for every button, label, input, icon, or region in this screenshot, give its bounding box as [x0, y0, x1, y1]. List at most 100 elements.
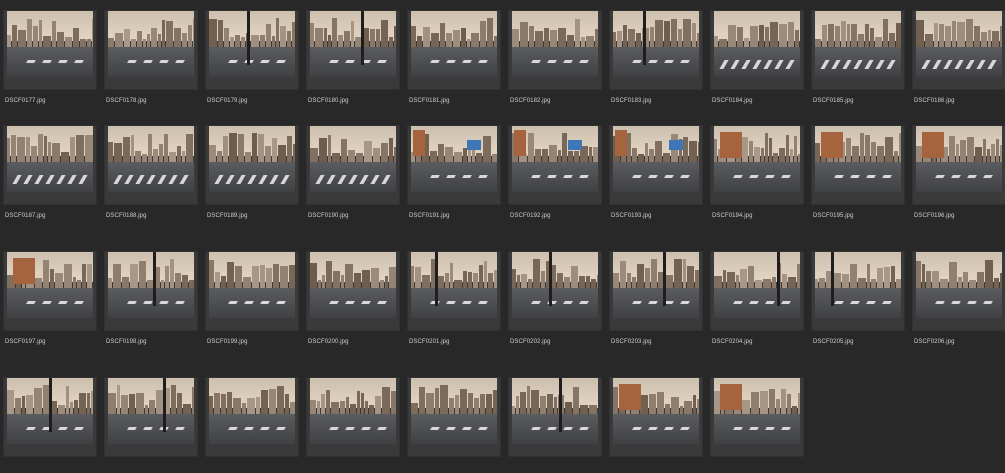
thumbnail-frame	[3, 377, 97, 457]
thumbnail-item[interactable]: DSCF0180.jpg	[306, 10, 400, 122]
photo-thumbnail	[613, 126, 699, 192]
thumbnail-item[interactable]: DSCF0200.jpg	[306, 251, 400, 363]
thumbnail-frame	[104, 251, 198, 331]
thumbnail-filename: DSCF0178.jpg	[106, 98, 147, 104]
thumbnail-item[interactable]: DSCF0206.jpg	[912, 251, 1005, 363]
thumbnail-item[interactable]: DSCF0184.jpg	[710, 10, 804, 122]
thumbnail-frame	[306, 377, 400, 457]
thumbnail-item[interactable]: DSCF0205.jpg	[811, 251, 905, 363]
thumbnail-item[interactable]: DSCF0186.jpg	[912, 10, 1005, 122]
thumbnail-item[interactable]: DSCF0196.jpg	[912, 125, 1005, 237]
thumbnail-frame	[811, 251, 905, 331]
thumbnail-item[interactable]	[710, 377, 804, 473]
thumbnail-item[interactable]: DSCF0179.jpg	[205, 10, 299, 122]
photo-thumbnail	[209, 126, 295, 192]
thumbnail-item[interactable]: DSCF0197.jpg	[3, 251, 97, 363]
thumbnail-frame	[912, 251, 1005, 331]
photo-thumbnail	[310, 252, 396, 318]
thumbnail-item[interactable]: DSCF0199.jpg	[205, 251, 299, 363]
photo-thumbnail	[209, 11, 295, 77]
thumbnail-item[interactable]: DSCF0191.jpg	[407, 125, 501, 237]
thumbnail-frame	[407, 125, 501, 205]
photo-thumbnail	[916, 11, 1002, 77]
photo-thumbnail	[411, 11, 497, 77]
thumbnail-item[interactable]	[3, 377, 97, 473]
thumbnail-frame	[811, 10, 905, 90]
thumbnail-item[interactable]: DSCF0204.jpg	[710, 251, 804, 363]
thumbnail-filename: DSCF0184.jpg	[712, 98, 753, 104]
photo-thumbnail	[310, 126, 396, 192]
thumbnail-item[interactable]: DSCF0193.jpg	[609, 125, 703, 237]
thumbnail-item[interactable]: DSCF0195.jpg	[811, 125, 905, 237]
thumbnail-filename: DSCF0180.jpg	[308, 98, 349, 104]
thumbnail-frame	[306, 10, 400, 90]
photo-thumbnail	[916, 252, 1002, 318]
thumbnail-item[interactable]: DSCF0190.jpg	[306, 125, 400, 237]
thumbnail-frame	[104, 377, 198, 457]
thumbnail-filename: DSCF0201.jpg	[409, 339, 450, 345]
photo-thumbnail	[613, 378, 699, 444]
photo-thumbnail	[512, 378, 598, 444]
thumbnail-frame	[407, 10, 501, 90]
thumbnail-grid: DSCF0177.jpg DSCF0178.jpg DSCF0179.jpg DSCF…	[0, 0, 1005, 473]
thumbnail-filename: DSCF0199.jpg	[207, 339, 248, 345]
thumbnail-item[interactable]	[306, 377, 400, 473]
thumbnail-item[interactable]: DSCF0188.jpg	[104, 125, 198, 237]
thumbnail-filename: DSCF0193.jpg	[611, 213, 652, 219]
photo-thumbnail	[411, 252, 497, 318]
thumbnail-item[interactable]: DSCF0189.jpg	[205, 125, 299, 237]
thumbnail-filename: DSCF0202.jpg	[510, 339, 551, 345]
photo-thumbnail	[714, 11, 800, 77]
photo-thumbnail	[512, 11, 598, 77]
thumbnail-item[interactable]: DSCF0198.jpg	[104, 251, 198, 363]
thumbnail-frame	[508, 377, 602, 457]
thumbnail-frame	[508, 125, 602, 205]
thumbnail-filename: DSCF0200.jpg	[308, 339, 349, 345]
thumbnail-frame	[609, 251, 703, 331]
thumbnail-filename: DSCF0198.jpg	[106, 339, 147, 345]
thumbnail-frame	[407, 377, 501, 457]
thumbnail-filename: DSCF0182.jpg	[510, 98, 551, 104]
thumbnail-frame	[3, 125, 97, 205]
thumbnail-frame	[3, 10, 97, 90]
thumbnail-item[interactable]: DSCF0183.jpg	[609, 10, 703, 122]
photo-thumbnail	[108, 252, 194, 318]
thumbnail-filename: DSCF0196.jpg	[914, 213, 955, 219]
thumbnail-item[interactable]: DSCF0187.jpg	[3, 125, 97, 237]
photo-thumbnail	[714, 126, 800, 192]
thumbnail-item[interactable]: DSCF0185.jpg	[811, 10, 905, 122]
thumbnail-item[interactable]: DSCF0203.jpg	[609, 251, 703, 363]
thumbnail-item[interactable]	[609, 377, 703, 473]
thumbnail-frame	[205, 125, 299, 205]
photo-thumbnail	[512, 126, 598, 192]
thumbnail-item[interactable]: DSCF0178.jpg	[104, 10, 198, 122]
thumbnail-frame	[205, 10, 299, 90]
thumbnail-item[interactable]: DSCF0194.jpg	[710, 125, 804, 237]
thumbnail-frame	[710, 10, 804, 90]
photo-thumbnail	[916, 126, 1002, 192]
photo-thumbnail	[613, 11, 699, 77]
thumbnail-filename: DSCF0194.jpg	[712, 213, 753, 219]
photo-thumbnail	[613, 252, 699, 318]
thumbnail-filename: DSCF0190.jpg	[308, 213, 349, 219]
thumbnail-item[interactable]: DSCF0202.jpg	[508, 251, 602, 363]
thumbnail-filename: DSCF0206.jpg	[914, 339, 955, 345]
thumbnail-item[interactable]: DSCF0192.jpg	[508, 125, 602, 237]
photo-thumbnail	[7, 252, 93, 318]
thumbnail-item[interactable]	[104, 377, 198, 473]
thumbnail-frame	[3, 251, 97, 331]
thumbnail-frame	[609, 377, 703, 457]
thumbnail-item[interactable]: DSCF0182.jpg	[508, 10, 602, 122]
thumbnail-frame	[912, 125, 1005, 205]
thumbnail-filename: DSCF0195.jpg	[813, 213, 854, 219]
thumbnail-item[interactable]	[205, 377, 299, 473]
photo-thumbnail	[209, 252, 295, 318]
thumbnail-item[interactable]: DSCF0177.jpg	[3, 10, 97, 122]
thumbnail-item[interactable]	[407, 377, 501, 473]
thumbnail-item[interactable]: DSCF0201.jpg	[407, 251, 501, 363]
thumbnail-item[interactable]: DSCF0181.jpg	[407, 10, 501, 122]
thumbnail-item[interactable]	[508, 377, 602, 473]
thumbnail-filename: DSCF0186.jpg	[914, 98, 955, 104]
photo-thumbnail	[7, 378, 93, 444]
thumbnail-frame	[508, 10, 602, 90]
